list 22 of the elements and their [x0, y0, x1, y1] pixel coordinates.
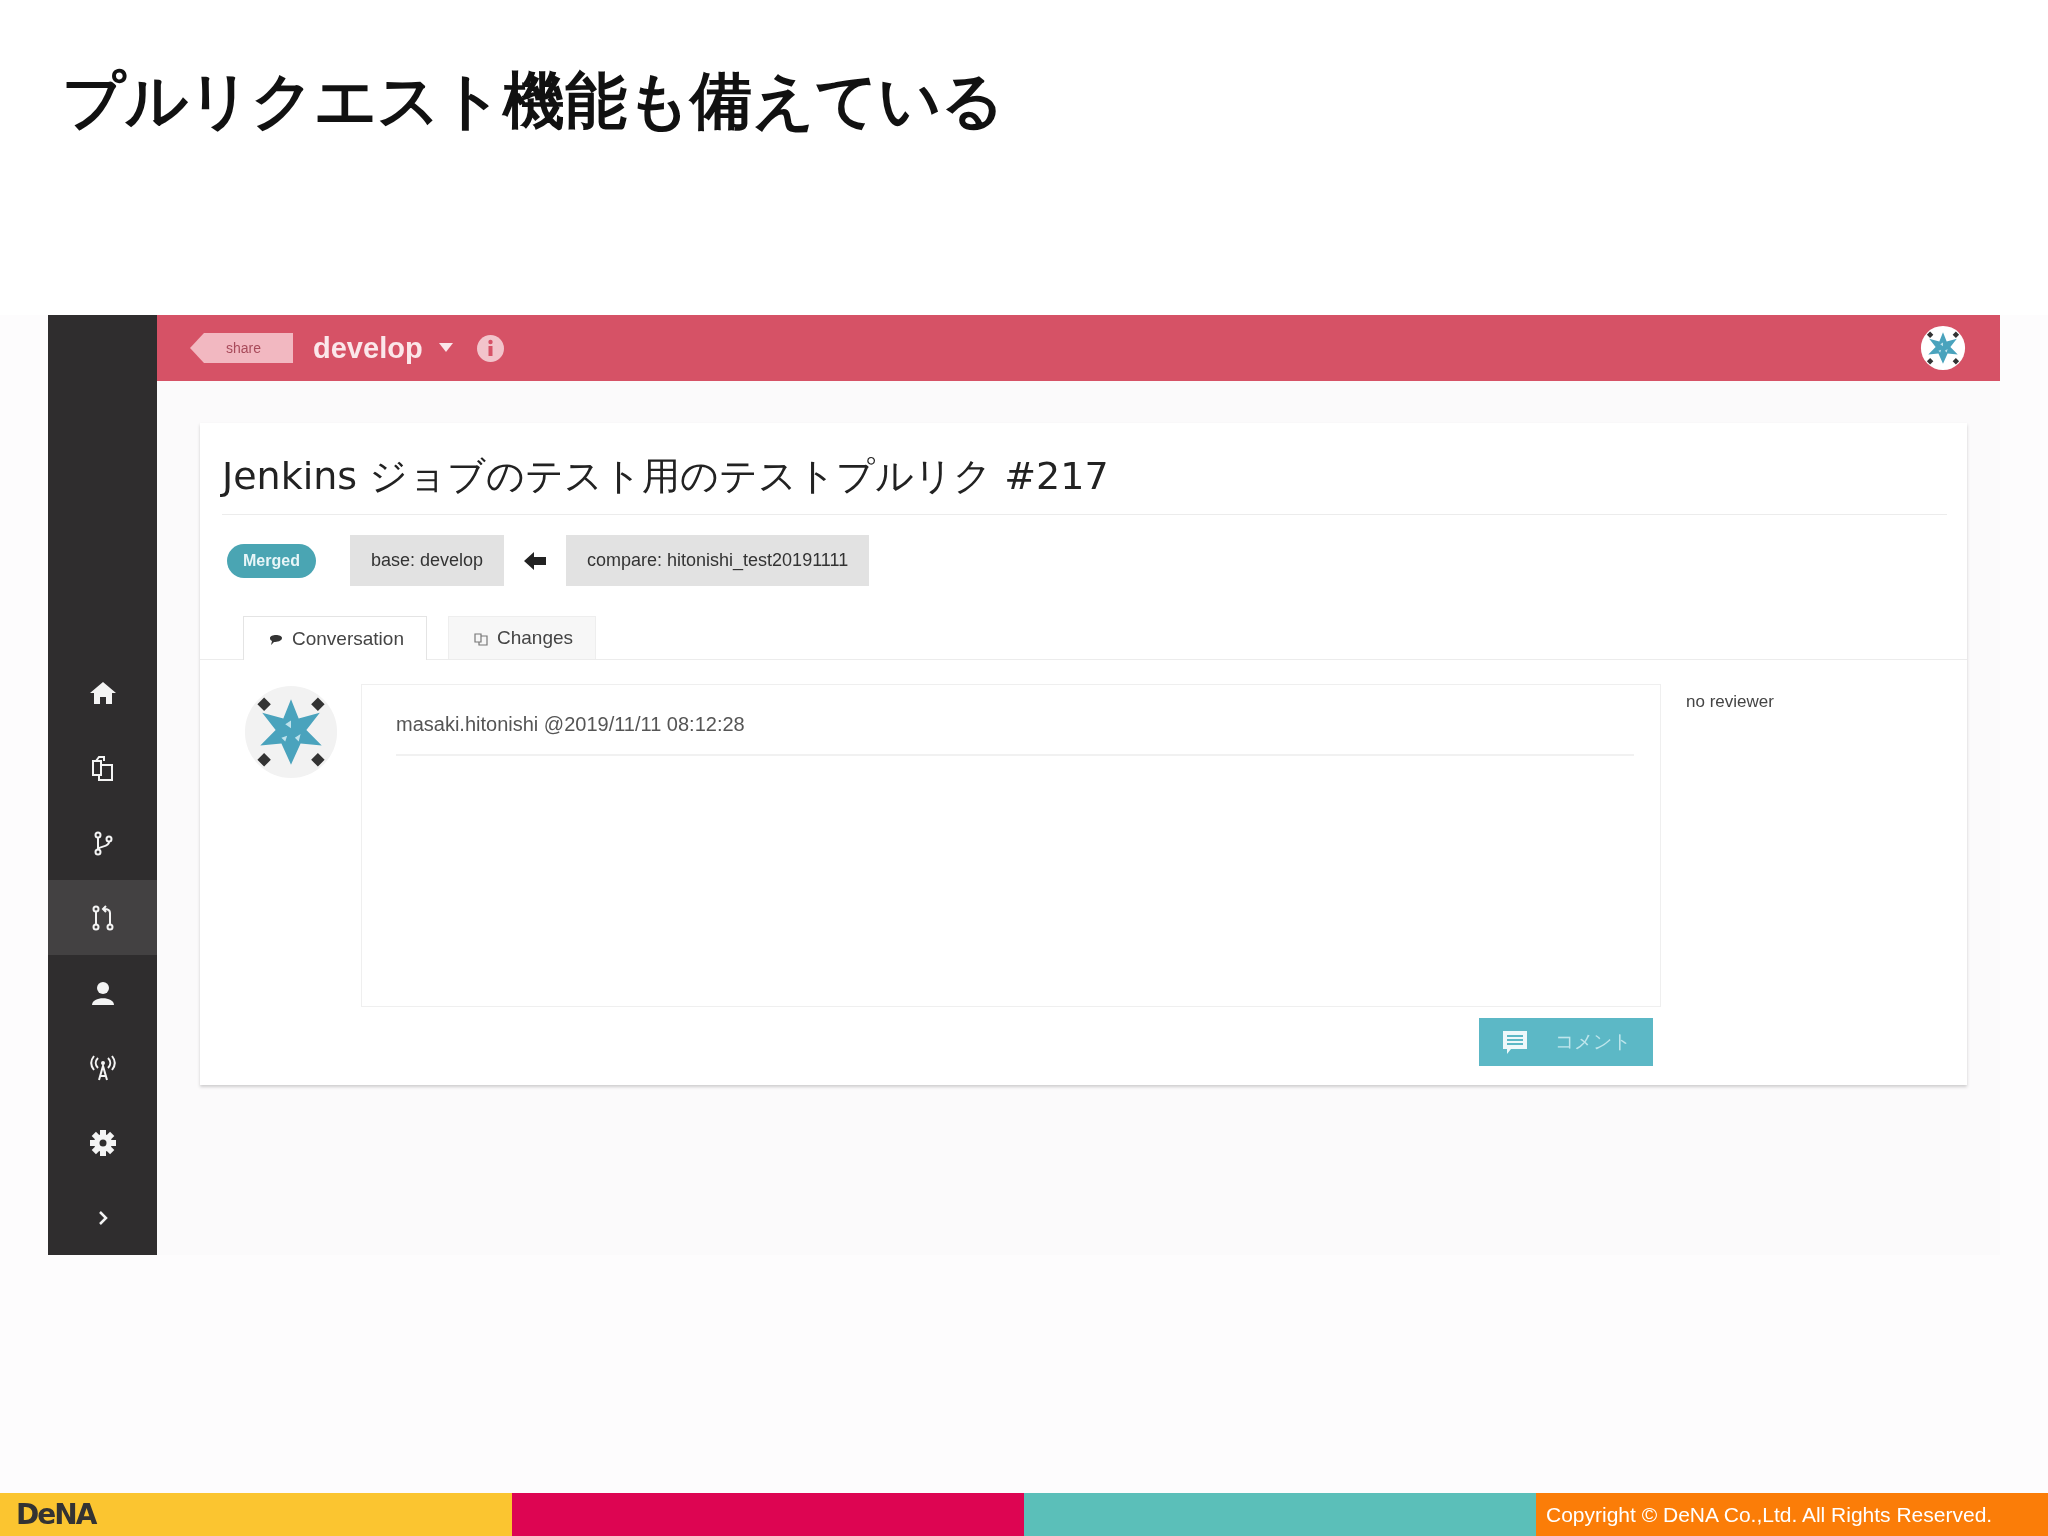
settings-icon	[87, 1127, 118, 1158]
copy-icon	[472, 630, 489, 646]
avatar-icon	[243, 684, 339, 780]
status-badge: Merged	[227, 543, 316, 578]
share-tag[interactable]: share	[190, 333, 294, 363]
slide-title: プルリクエスト機能も備えている	[62, 70, 1004, 132]
comment-button[interactable]: コメント	[1479, 1018, 1653, 1066]
base-branch-label: base: develop	[349, 535, 504, 586]
caret-icon[interactable]	[438, 343, 453, 353]
avatar-icon[interactable]	[1920, 325, 1966, 371]
reviewer-text: no reviewer	[1686, 692, 1774, 713]
branch-name[interactable]: develop	[313, 331, 423, 365]
tab[interactable]: Conversation	[243, 616, 427, 660]
compare-branch-label: compare: hitonishi_test20191111	[566, 535, 870, 586]
pull-request-title: Jenkins ジョブのテスト用のテストプルリク #217	[222, 451, 1947, 515]
logo: DeNA	[16, 1498, 96, 1531]
copyright-text: Copyright © DeNA Co.,Ltd. All Rights Reserved.	[1546, 1502, 1993, 1527]
tab[interactable]: Changes	[447, 616, 596, 659]
comment-author-time: masaki.hitonishi @2019/11/11 08:12:28	[396, 713, 1634, 756]
comment-icon	[1501, 1029, 1529, 1055]
left-arrow-icon	[524, 551, 546, 570]
info-icon[interactable]	[476, 334, 504, 362]
